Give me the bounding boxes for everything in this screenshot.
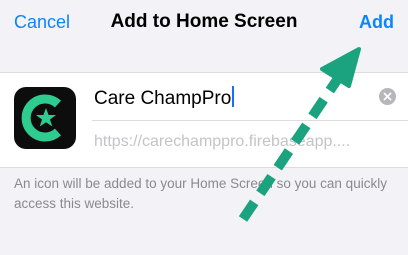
navigation-bar: Cancel Add to Home Screen Add: [0, 0, 408, 48]
page-title: Add to Home Screen: [110, 11, 298, 32]
shortcut-name-text: Care ChampPro: [94, 88, 232, 109]
shortcut-card: Care ChampPro https://carechamppro.fireb…: [0, 72, 408, 168]
website-url: https://carechamppro.firebaseapp....: [94, 133, 351, 150]
clear-icon: [383, 92, 392, 101]
clear-text-button[interactable]: [379, 88, 396, 105]
text-cursor: [232, 86, 235, 107]
app-icon: [14, 87, 76, 149]
shortcut-name-field[interactable]: Care ChampPro: [94, 86, 235, 110]
add-button[interactable]: Add: [359, 12, 394, 33]
info-caption: An icon will be added to your Home Scree…: [14, 176, 387, 211]
name-row: Care ChampPro: [92, 73, 408, 121]
care-champ-logo-icon: [21, 94, 62, 142]
